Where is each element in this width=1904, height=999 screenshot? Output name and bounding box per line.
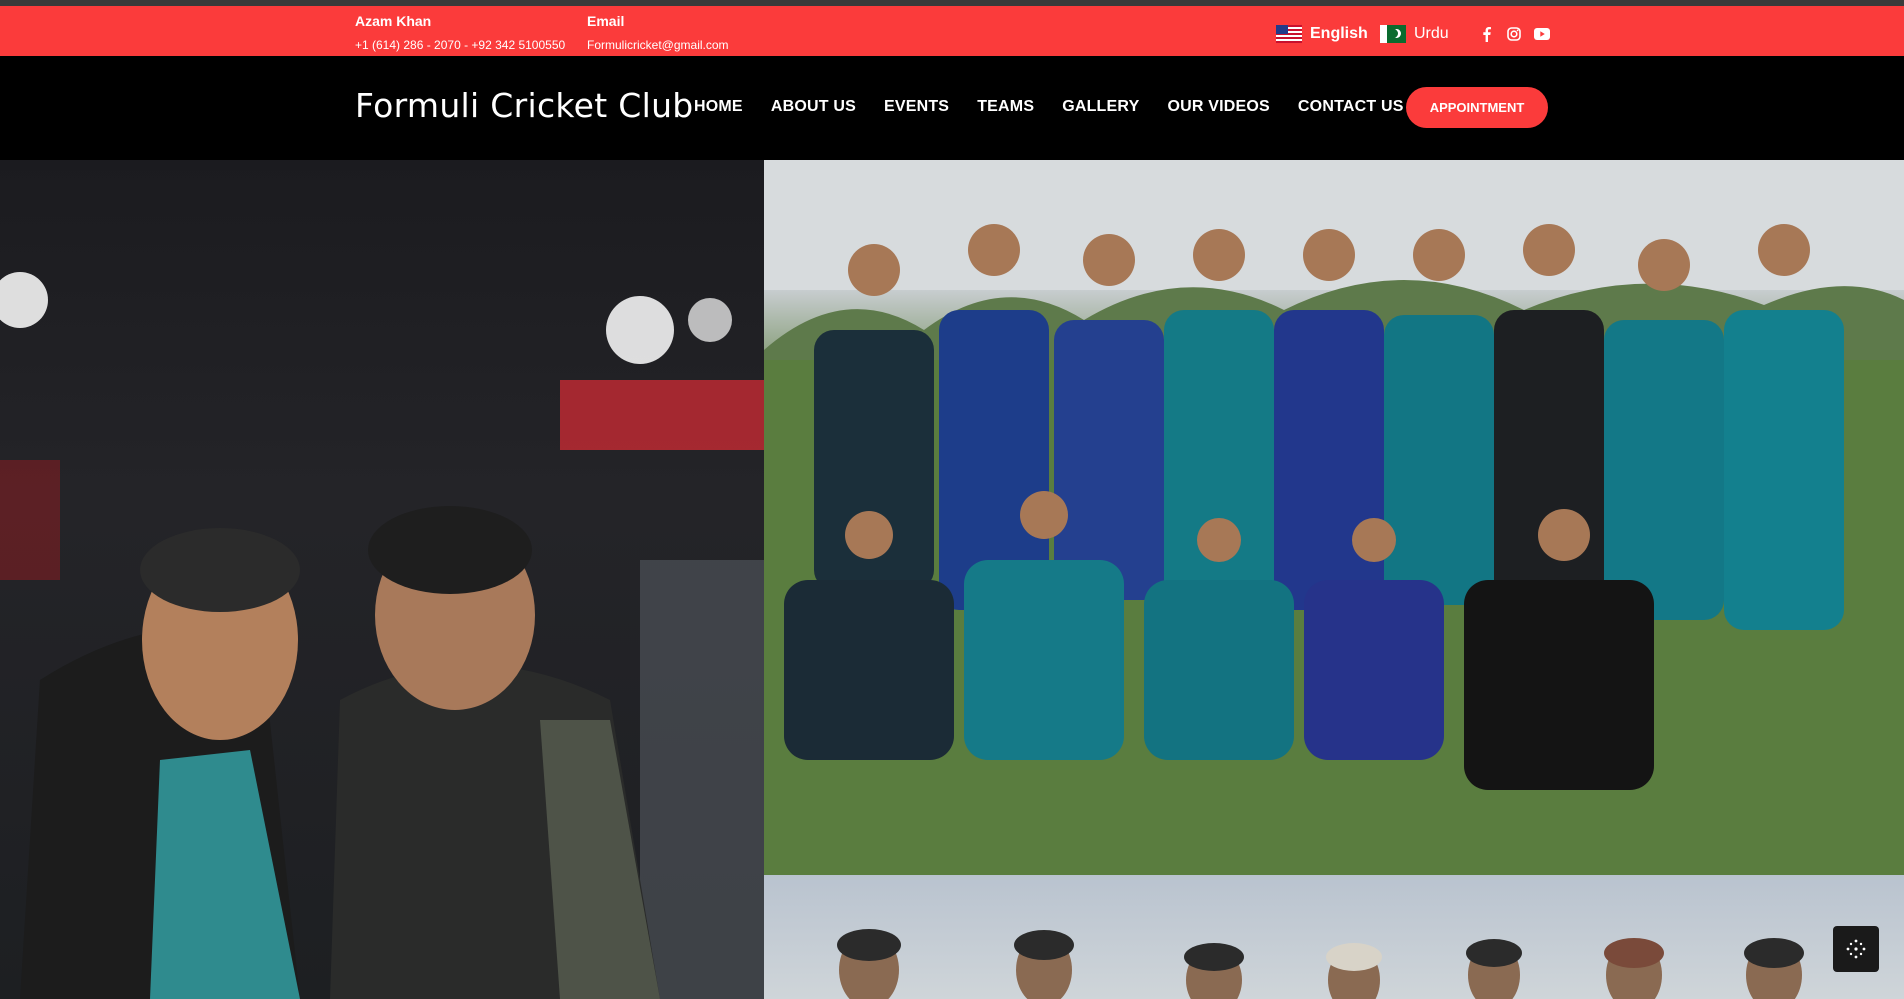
language-english-option[interactable]: English bbox=[1276, 25, 1368, 43]
hero-photo-team bbox=[764, 160, 1904, 875]
facebook-icon[interactable] bbox=[1478, 26, 1494, 42]
pakistan-flag-icon bbox=[1380, 25, 1406, 43]
hero-photo-team-secondary bbox=[764, 875, 1904, 999]
nav-gallery[interactable]: GALLERY bbox=[1062, 98, 1139, 116]
contact-name-label: Azam Khan bbox=[355, 13, 432, 29]
contact-email-address[interactable]: Formulicricket@gmail.com bbox=[587, 36, 729, 54]
site-logo-text[interactable]: Formuli Cricket Club bbox=[355, 86, 694, 125]
contact-phone-block: Azam Khan +1 (614) 286 - 2070 - +92 342 … bbox=[355, 12, 565, 54]
contact-topbar: Azam Khan +1 (614) 286 - 2070 - +92 342 … bbox=[0, 6, 1904, 56]
main-nav: HOME ABOUT US EVENTS TEAMS GALLERY OUR V… bbox=[694, 98, 1404, 116]
youtube-icon[interactable] bbox=[1534, 26, 1550, 42]
nav-contact-us[interactable]: CONTACT US bbox=[1298, 98, 1404, 116]
language-urdu-option[interactable]: Urdu bbox=[1380, 25, 1449, 43]
instagram-icon[interactable] bbox=[1506, 26, 1522, 42]
floating-widget-button[interactable] bbox=[1833, 926, 1879, 972]
nav-our-videos[interactable]: OUR VIDEOS bbox=[1167, 98, 1269, 116]
contact-email-block: Email Formulicricket@gmail.com bbox=[587, 12, 729, 54]
nav-events[interactable]: EVENTS bbox=[884, 98, 949, 116]
social-links bbox=[1478, 26, 1550, 42]
language-english-label: English bbox=[1310, 25, 1368, 42]
widget-dots-icon bbox=[1846, 939, 1866, 959]
main-navbar: Formuli Cricket Club HOME ABOUT US EVENT… bbox=[0, 56, 1904, 160]
appointment-button[interactable]: APPOINTMENT bbox=[1406, 87, 1548, 128]
nav-home[interactable]: HOME bbox=[694, 98, 743, 116]
nav-teams[interactable]: TEAMS bbox=[977, 98, 1034, 116]
language-urdu-label: Urdu bbox=[1414, 25, 1449, 42]
us-flag-icon bbox=[1276, 25, 1302, 43]
contact-phone-numbers[interactable]: +1 (614) 286 - 2070 - +92 342 5100550 bbox=[355, 36, 565, 54]
nav-about-us[interactable]: ABOUT US bbox=[771, 98, 856, 116]
hero-photo-two-men bbox=[0, 160, 764, 999]
contact-email-label: Email bbox=[587, 13, 625, 29]
